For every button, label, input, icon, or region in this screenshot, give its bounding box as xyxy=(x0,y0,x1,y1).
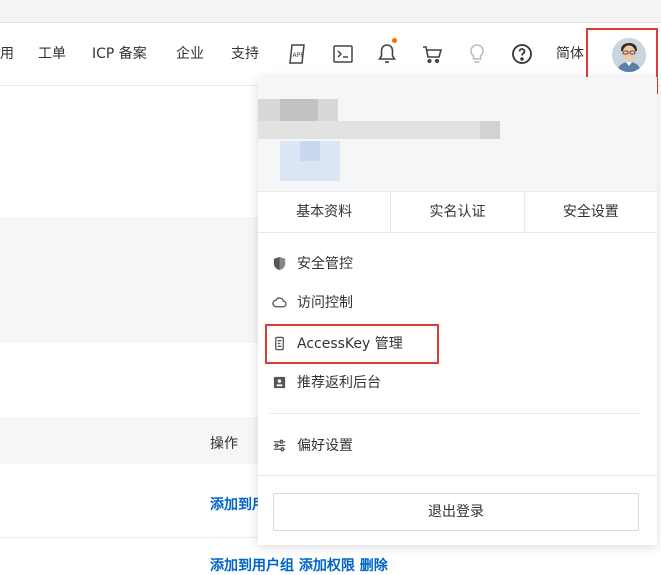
menu-item-label: 安全管控 xyxy=(297,256,353,272)
nav-item-icp[interactable]: ICP 备案 xyxy=(92,45,147,63)
table-row-divider xyxy=(0,537,258,538)
row2-action-links[interactable]: 添加到用户组 添加权限 删除 xyxy=(210,555,388,575)
shield-icon xyxy=(273,256,286,270)
app-icon[interactable]: APP xyxy=(285,42,309,66)
tab-real-name[interactable]: 实名认证 xyxy=(391,192,525,232)
user-dropdown-menu: 基本资料 实名认证 安全设置 安全管控 访问控制 AccessKey 管理 推荐… xyxy=(258,77,657,545)
terminal-icon[interactable] xyxy=(331,42,355,66)
help-icon[interactable] xyxy=(510,42,534,66)
menu-item-security-control[interactable]: 安全管控 xyxy=(272,252,353,274)
nav-item-ticket[interactable]: 工单 xyxy=(38,45,66,63)
content-band xyxy=(0,217,258,343)
menu-item-referral[interactable]: 推荐返利后台 xyxy=(272,371,381,393)
svg-text:APP: APP xyxy=(293,52,305,59)
tab-basic-info[interactable]: 基本资料 xyxy=(258,192,392,232)
lightbulb-icon[interactable] xyxy=(465,42,489,66)
language-switch[interactable]: 简体 xyxy=(556,45,584,63)
notification-dot xyxy=(392,38,397,43)
accesskey-highlight-box xyxy=(265,324,439,364)
menu-item-label: 访问控制 xyxy=(297,295,353,311)
nav-item-enterprise[interactable]: 企业 xyxy=(176,45,204,63)
blurred-account-id-end xyxy=(480,121,500,139)
nav-item-partial[interactable]: 用 xyxy=(0,45,14,63)
user-info-header xyxy=(258,77,657,191)
sliders-icon xyxy=(273,439,286,451)
blurred-account-id xyxy=(258,121,500,139)
cloud-icon xyxy=(272,296,287,307)
profile-tabs: 基本资料 实名认证 安全设置 xyxy=(258,191,657,233)
browser-top-strip xyxy=(0,0,661,23)
bell-icon[interactable] xyxy=(375,42,399,66)
column-header-actions: 操作 xyxy=(210,436,238,452)
menu-divider-bottom xyxy=(258,475,657,476)
menu-divider xyxy=(270,413,640,414)
menu-item-label: 偏好设置 xyxy=(297,438,353,454)
logout-button[interactable]: 退出登录 xyxy=(273,493,639,531)
blurred-username-dark xyxy=(280,99,318,121)
gift-box-icon xyxy=(273,376,286,388)
nav-item-support[interactable]: 支持 xyxy=(231,45,259,63)
menu-item-preferences[interactable]: 偏好设置 xyxy=(272,434,353,456)
menu-item-access-control[interactable]: 访问控制 xyxy=(272,291,353,313)
cart-icon[interactable] xyxy=(420,42,444,66)
tab-security-settings[interactable]: 安全设置 xyxy=(525,192,657,232)
menu-item-label: 推荐返利后台 xyxy=(297,375,381,391)
blurred-badge-dark xyxy=(300,141,320,161)
